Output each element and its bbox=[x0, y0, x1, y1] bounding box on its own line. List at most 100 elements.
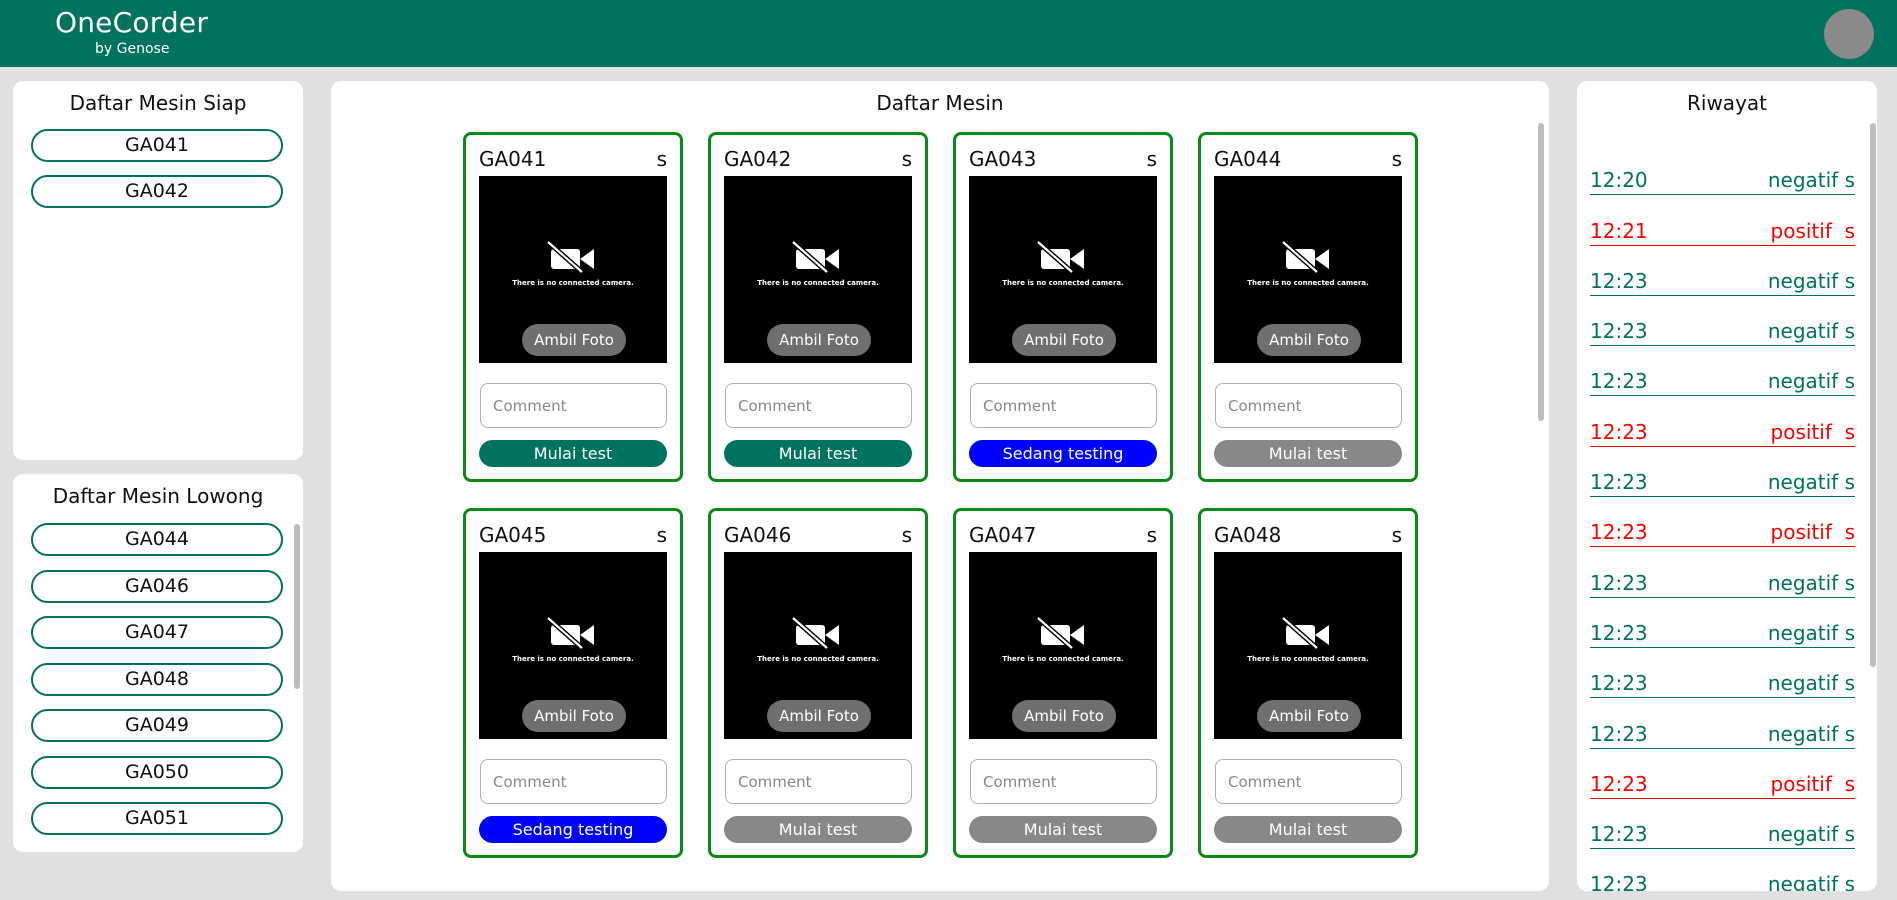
history-entry[interactable]: 12:23 positif s bbox=[1590, 749, 1855, 799]
ambil-foto-button[interactable]: Ambil Foto bbox=[1012, 700, 1116, 732]
camera-preview: There is no connected camera. Ambil Foto bbox=[969, 176, 1157, 363]
ambil-foto-button[interactable]: Ambil Foto bbox=[767, 324, 871, 356]
camera-preview: There is no connected camera. Ambil Foto bbox=[1214, 552, 1402, 739]
ambil-foto-button[interactable]: Ambil Foto bbox=[767, 700, 871, 732]
history-time: 12:23 bbox=[1590, 771, 1648, 796]
camera-message: There is no connected camera. bbox=[1247, 279, 1369, 287]
history-list: 12:20 negatif s 12:21 positif s 12:23 negatif… bbox=[1590, 145, 1855, 891]
history-entry[interactable]: 12:23 negatif s bbox=[1590, 547, 1855, 598]
comment-input[interactable] bbox=[970, 759, 1157, 804]
history-entry[interactable]: 12:23 negatif s bbox=[1590, 598, 1855, 648]
camera-off-icon bbox=[1281, 616, 1333, 650]
camera-off-icon bbox=[546, 240, 598, 274]
history-entry[interactable]: 12:20 negatif s bbox=[1590, 145, 1855, 196]
history-result: negatif s bbox=[1767, 620, 1855, 645]
machine-card: GA048 s There is no connected camera. Ambil… bbox=[1198, 508, 1418, 858]
history-result: negatif s bbox=[1767, 671, 1855, 696]
history-time: 12:23 bbox=[1590, 872, 1648, 891]
camera-off-icon bbox=[791, 240, 843, 274]
machine-card: GA045 s There is no connected camera. Ambil… bbox=[463, 508, 683, 858]
lowong-machine-item[interactable]: GA051 bbox=[31, 802, 283, 835]
machine-card: GA044 s There is no connected camera. Ambil… bbox=[1198, 132, 1418, 482]
ambil-foto-button[interactable]: Ambil Foto bbox=[522, 700, 626, 732]
history-time: 12:23 bbox=[1590, 470, 1648, 495]
comment-input[interactable] bbox=[1215, 383, 1402, 428]
test-button[interactable]: Mulai test bbox=[724, 440, 912, 467]
machine-card: GA046 s There is no connected camera. Ambil… bbox=[708, 508, 928, 858]
comment-input[interactable] bbox=[480, 383, 667, 428]
machine-card: GA042 s There is no connected camera. Ambil… bbox=[708, 132, 928, 482]
machine-id: GA045 bbox=[479, 523, 547, 547]
comment-input[interactable] bbox=[725, 759, 912, 804]
history-entry[interactable]: 12:23 negatif s bbox=[1590, 799, 1855, 850]
avatar[interactable] bbox=[1824, 9, 1874, 59]
comment-input[interactable] bbox=[725, 383, 912, 428]
history-entry[interactable]: 12:23 negatif s bbox=[1590, 296, 1855, 347]
lowong-list: GA044 GA046 GA047 GA048 GA049 GA050 GA051 bbox=[13, 523, 303, 835]
history-time: 12:23 bbox=[1590, 822, 1648, 847]
lowong-machine-item[interactable]: GA048 bbox=[31, 662, 283, 696]
test-button[interactable]: Sedang testing bbox=[969, 440, 1157, 467]
lowong-machine-item[interactable]: GA044 bbox=[31, 523, 283, 556]
mesin-scrollbar[interactable] bbox=[1538, 123, 1544, 421]
history-time: 12:21 bbox=[1590, 218, 1648, 243]
camera-preview: There is no connected camera. Ambil Foto bbox=[1214, 176, 1402, 363]
history-entry[interactable]: 12:23 positif s bbox=[1590, 396, 1855, 447]
riwayat-scrollbar[interactable] bbox=[1870, 123, 1876, 667]
app-title: OneCorder bbox=[55, 6, 209, 39]
lowong-scrollbar[interactable] bbox=[294, 524, 300, 689]
test-button[interactable]: Sedang testing bbox=[479, 816, 667, 843]
test-button[interactable]: Mulai test bbox=[1214, 440, 1402, 467]
siap-machine-item[interactable]: GA042 bbox=[31, 175, 283, 208]
ambil-foto-button[interactable]: Ambil Foto bbox=[1257, 700, 1361, 732]
machine-id: GA047 bbox=[969, 523, 1037, 547]
history-time: 12:23 bbox=[1590, 268, 1648, 293]
history-entry[interactable]: 12:23 negatif s bbox=[1590, 648, 1855, 699]
test-button[interactable]: Mulai test bbox=[479, 440, 667, 467]
camera-preview: There is no connected camera. Ambil Foto bbox=[724, 552, 912, 739]
history-time: 12:23 bbox=[1590, 369, 1648, 394]
comment-input[interactable] bbox=[1215, 759, 1402, 804]
history-result: negatif s bbox=[1767, 369, 1855, 394]
test-button[interactable]: Mulai test bbox=[969, 816, 1157, 843]
history-time: 12:23 bbox=[1590, 520, 1648, 545]
ambil-foto-button[interactable]: Ambil Foto bbox=[1012, 324, 1116, 356]
test-button[interactable]: Mulai test bbox=[1214, 816, 1402, 843]
siap-machine-item[interactable]: GA041 bbox=[31, 129, 283, 162]
camera-message: There is no connected camera. bbox=[1247, 655, 1369, 663]
history-entry[interactable]: 12:23 negatif s bbox=[1590, 246, 1855, 296]
history-time: 12:23 bbox=[1590, 570, 1648, 595]
history-entry[interactable]: 12:23 positif s bbox=[1590, 497, 1855, 548]
history-entry[interactable]: 12:23 negatif s bbox=[1590, 447, 1855, 498]
card-header: GA041 s bbox=[479, 147, 667, 171]
panel-riwayat: Riwayat 12:20 negatif s 12:21 positif s 12:2… bbox=[1577, 81, 1877, 891]
lowong-machine-item[interactable]: GA050 bbox=[31, 755, 283, 789]
card-header: GA048 s bbox=[1214, 523, 1402, 547]
history-entry[interactable]: 12:23 negatif s bbox=[1590, 698, 1855, 749]
card-header: GA046 s bbox=[724, 523, 912, 547]
history-time: 12:23 bbox=[1590, 419, 1648, 444]
ambil-foto-button[interactable]: Ambil Foto bbox=[522, 324, 626, 356]
camera-preview: There is no connected camera. Ambil Foto bbox=[724, 176, 912, 363]
ambil-foto-button[interactable]: Ambil Foto bbox=[1257, 324, 1361, 356]
history-entry[interactable]: 12:21 positif s bbox=[1590, 195, 1855, 246]
machine-card: GA047 s There is no connected camera. Ambil… bbox=[953, 508, 1173, 858]
test-button[interactable]: Mulai test bbox=[724, 816, 912, 843]
panel-title-mesin: Daftar Mesin bbox=[876, 91, 1004, 115]
comment-input[interactable] bbox=[480, 759, 667, 804]
lowong-machine-item[interactable]: GA046 bbox=[31, 569, 283, 603]
history-entry[interactable]: 12:23 negatif s bbox=[1590, 346, 1855, 397]
camera-off-icon bbox=[1036, 240, 1088, 274]
history-result: negatif s bbox=[1767, 168, 1855, 193]
comment-input[interactable] bbox=[970, 383, 1157, 428]
history-time: 12:20 bbox=[1590, 168, 1648, 193]
history-time: 12:23 bbox=[1590, 721, 1648, 746]
panel-title-riwayat: Riwayat bbox=[1687, 91, 1767, 115]
history-result: negatif s bbox=[1767, 721, 1855, 746]
lowong-machine-item[interactable]: GA049 bbox=[31, 709, 283, 742]
history-result: negatif s bbox=[1767, 822, 1855, 847]
lowong-machine-item[interactable]: GA047 bbox=[31, 616, 283, 649]
history-entry[interactable]: 12:23 negatif s bbox=[1590, 849, 1855, 891]
camera-off-icon bbox=[546, 616, 598, 650]
history-result: positif s bbox=[1770, 419, 1855, 444]
